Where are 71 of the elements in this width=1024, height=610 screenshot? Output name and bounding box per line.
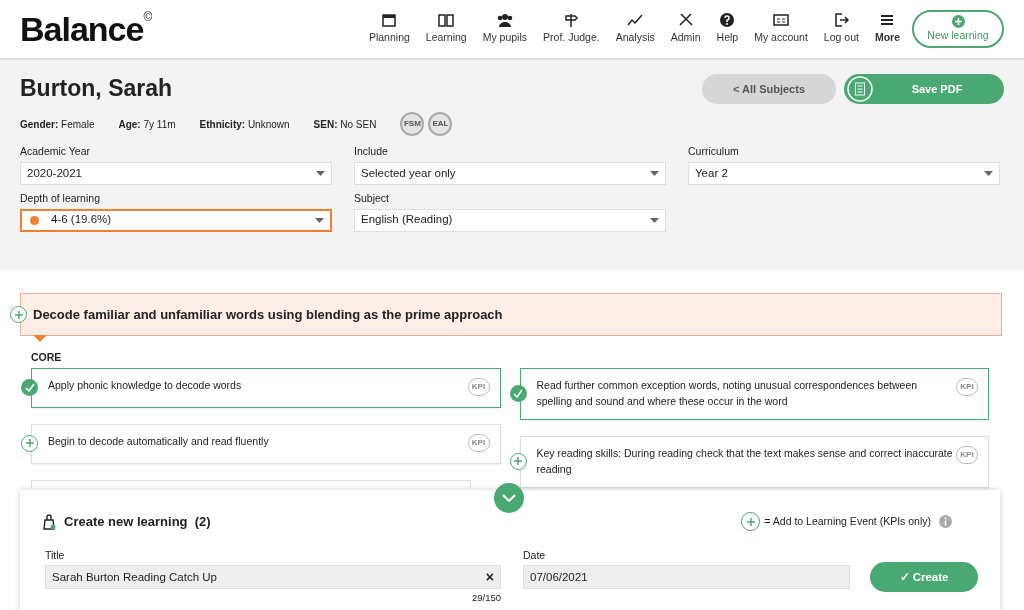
character-count: 29/150 xyxy=(471,592,501,604)
bag-icon xyxy=(42,513,56,530)
pupil-detail: SEN: No SEN xyxy=(313,117,377,132)
nav-item[interactable]: Help xyxy=(708,12,747,46)
pupil-detail: Ethnicity: Unknown xyxy=(199,117,290,132)
field-label: Title xyxy=(45,547,66,563)
nav-item[interactable]: Planning xyxy=(360,12,418,46)
nav-item[interactable]: Log out xyxy=(815,12,867,46)
add-icon xyxy=(741,512,761,532)
legend-text: = Add to Learning Event (KPIs only) xyxy=(764,513,931,529)
objective-text: Key reading skills: During reading check that the text makes sense and correct inaccurate reading xyxy=(536,446,953,475)
objective-text: Apply phonic knowledge to decode words xyxy=(48,378,242,391)
section-label: CORE xyxy=(31,350,63,365)
caret-icon xyxy=(650,217,659,223)
select-field[interactable]: Year 2 xyxy=(688,161,1000,185)
field-label: Subject xyxy=(354,190,391,206)
field-label: Curriculum xyxy=(688,144,740,159)
objective-card[interactable]: Key reading skills: During reading check that the text makes sense and correct inaccurate reading KPI xyxy=(519,435,989,488)
objective-card[interactable]: Read further common exception words, noting unusual correspondences between spelling and sound and where these occur in the word KPI xyxy=(519,367,989,420)
status-badge: FSM xyxy=(400,112,425,136)
panel-title: Create new learning (2) xyxy=(64,513,211,531)
select-field[interactable]: 4-6 (19.6%) xyxy=(20,208,332,232)
field-label: Academic Year xyxy=(20,144,92,159)
book-icon xyxy=(438,12,455,29)
nav-item[interactable]: Analysis xyxy=(607,12,663,46)
all-subjects-button[interactable]: < All Subjects xyxy=(702,74,836,104)
pointer-icon xyxy=(33,335,47,343)
id-card-icon xyxy=(773,12,789,29)
caret-icon xyxy=(316,170,325,176)
status-badge: EAL xyxy=(428,112,453,136)
nav-item[interactable]: My pupils xyxy=(474,12,536,46)
new-learning-button[interactable]: New learning xyxy=(912,9,1004,49)
people-icon xyxy=(496,12,513,29)
objective-title: Decode familiar and unfamiliar words using blending as the prime approach xyxy=(33,305,503,324)
objective-text: Read further common exception words, noting unusual correspondences between spelling and sound and where these occur in the word xyxy=(536,378,918,407)
signpost-icon xyxy=(563,12,580,29)
nav-item[interactable]: More xyxy=(866,12,908,46)
select-field[interactable]: Selected year only xyxy=(354,161,666,185)
field-label: Date xyxy=(523,547,547,563)
title-field[interactable]: Sarah Burton Reading Catch Up × xyxy=(45,565,501,590)
field-label: Include xyxy=(354,144,389,159)
logout-icon xyxy=(833,12,850,29)
objective-card[interactable]: Begin to decode automatically and read fluently KPI xyxy=(31,423,501,464)
field-label: Depth of learning xyxy=(20,190,101,206)
pupil-name: Burton, Sarah xyxy=(20,75,173,103)
caret-icon xyxy=(315,217,324,223)
add-icon xyxy=(951,14,965,28)
add-icon[interactable] xyxy=(509,452,527,470)
nav-item[interactable]: My account xyxy=(746,12,816,46)
brand-logo[interactable]: Balance$^{©}$ xyxy=(20,3,152,55)
help-icon xyxy=(719,12,736,29)
pupil-detail: Gender: Female xyxy=(20,117,95,132)
add-icon[interactable] xyxy=(10,306,27,323)
select-field[interactable]: English (Reading) xyxy=(354,208,666,232)
pupil-detail: Age: 7y 11m xyxy=(118,117,176,132)
select-field[interactable]: 2020-2021 xyxy=(20,161,332,185)
caret-icon xyxy=(984,170,993,176)
document-icon xyxy=(847,76,873,102)
caret-icon xyxy=(650,170,659,176)
nav-item[interactable]: Admin xyxy=(662,12,709,46)
nav-item[interactable]: Learning xyxy=(417,12,475,46)
collapse-icon[interactable] xyxy=(494,483,524,513)
objective-text: Begin to decode automatically and read fluently xyxy=(48,434,269,447)
nav-item[interactable]: Prof. Judge. xyxy=(535,12,608,46)
date-field[interactable]: 07/06/2021 xyxy=(523,565,850,590)
clear-button[interactable]: × xyxy=(485,566,494,588)
check-icon[interactable] xyxy=(509,384,527,402)
calendar-icon xyxy=(381,12,398,29)
objective-card[interactable]: Apply phonic knowledge to decode words KPI xyxy=(31,367,501,408)
info-icon[interactable] xyxy=(939,515,952,529)
objective-card[interactable] xyxy=(31,479,471,488)
